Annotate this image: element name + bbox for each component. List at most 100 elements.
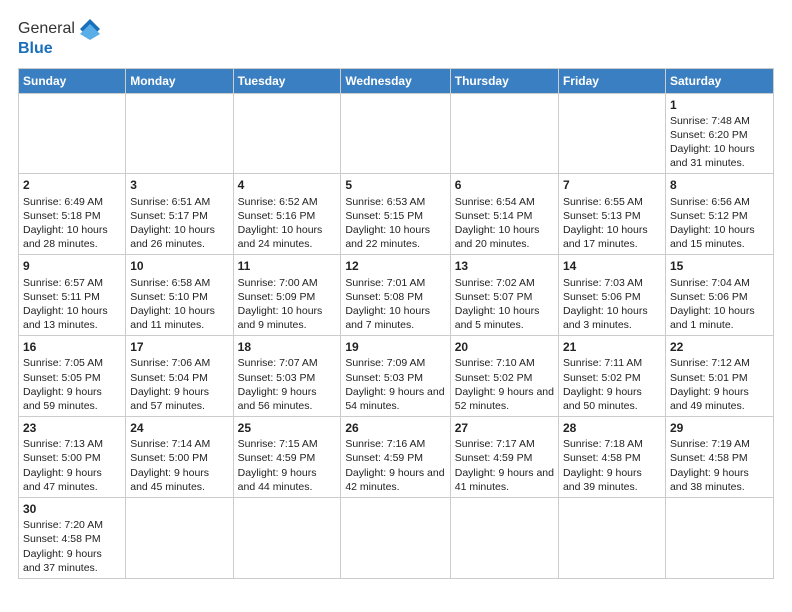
day-number: 3	[130, 177, 228, 193]
day-number: 21	[563, 339, 661, 355]
day-info: Sunrise: 6:56 AM Sunset: 5:12 PM Dayligh…	[670, 196, 755, 251]
calendar-cell: 23 Sunrise: 7:13 AM Sunset: 5:00 PM Dayli…	[19, 417, 126, 498]
day-info: Sunrise: 6:57 AM Sunset: 5:11 PM Dayligh…	[23, 277, 108, 332]
calendar-cell	[450, 93, 558, 174]
day-number: 22	[670, 339, 769, 355]
calendar-cell: 14Sunrise: 7:03 AM Sunset: 5:06 PM Dayli…	[558, 255, 665, 336]
day-of-week-header: Thursday	[450, 68, 558, 93]
calendar-cell: 13 Sunrise: 7:02 AM Sunset: 5:07 PM Dayli…	[450, 255, 558, 336]
calendar-cell: 15 Sunrise: 7:04 AM Sunset: 5:06 PM Dayli…	[665, 255, 773, 336]
day-number: 9	[23, 258, 121, 274]
day-number: 8	[670, 177, 769, 193]
logo-wordmark: GeneralBlue	[18, 18, 101, 58]
day-number: 20	[455, 339, 554, 355]
calendar-cell	[233, 497, 341, 578]
page: GeneralBlue SundayMondayTuesdayWednesday…	[0, 0, 792, 612]
calendar-cell	[341, 93, 450, 174]
calendar-cell: 29Sunrise: 7:19 AM Sunset: 4:58 PM Dayli…	[665, 417, 773, 498]
calendar-cell: 24 Sunrise: 7:14 AM Sunset: 5:00 PM Dayli…	[126, 417, 233, 498]
day-info: Sunrise: 6:55 AM Sunset: 5:13 PM Dayligh…	[563, 196, 648, 251]
day-number: 24	[130, 420, 228, 436]
day-number: 15	[670, 258, 769, 274]
day-of-week-header: Wednesday	[341, 68, 450, 93]
calendar-cell	[19, 93, 126, 174]
calendar-cell: 16 Sunrise: 7:05 AM Sunset: 5:05 PM Dayli…	[19, 336, 126, 417]
calendar-cell	[665, 497, 773, 578]
day-of-week-header: Tuesday	[233, 68, 341, 93]
day-number: 4	[238, 177, 337, 193]
calendar-cell: 26Sunrise: 7:16 AM Sunset: 4:59 PM Dayli…	[341, 417, 450, 498]
calendar-week-row: 30 Sunrise: 7:20 AM Sunset: 4:58 PM Dayli…	[19, 497, 774, 578]
day-number: 2	[23, 177, 121, 193]
calendar-cell	[558, 93, 665, 174]
day-number: 5	[345, 177, 445, 193]
day-info: Sunrise: 7:05 AM Sunset: 5:05 PM Dayligh…	[23, 357, 103, 412]
day-of-week-header: Friday	[558, 68, 665, 93]
day-number: 29	[670, 420, 769, 436]
day-info: Sunrise: 7:04 AM Sunset: 5:06 PM Dayligh…	[670, 277, 755, 332]
day-info: Sunrise: 7:09 AM Sunset: 5:03 PM Dayligh…	[345, 357, 444, 412]
calendar-cell	[126, 93, 233, 174]
calendar-cell: 4 Sunrise: 6:52 AM Sunset: 5:16 PM Daylig…	[233, 174, 341, 255]
calendar-week-row: 23 Sunrise: 7:13 AM Sunset: 5:00 PM Dayli…	[19, 417, 774, 498]
day-of-week-header: Saturday	[665, 68, 773, 93]
day-number: 1	[670, 97, 769, 113]
day-info: Sunrise: 7:10 AM Sunset: 5:02 PM Dayligh…	[455, 357, 554, 412]
calendar-cell: 22 Sunrise: 7:12 AM Sunset: 5:01 PM Dayli…	[665, 336, 773, 417]
calendar-cell: 7 Sunrise: 6:55 AM Sunset: 5:13 PM Daylig…	[558, 174, 665, 255]
calendar-cell: 1 Sunrise: 7:48 AM Sunset: 6:20 PM Daylig…	[665, 93, 773, 174]
calendar-week-row: 9 Sunrise: 6:57 AM Sunset: 5:11 PM Daylig…	[19, 255, 774, 336]
day-number: 7	[563, 177, 661, 193]
calendar-header-row: SundayMondayTuesdayWednesdayThursdayFrid…	[19, 68, 774, 93]
day-number: 16	[23, 339, 121, 355]
calendar-cell: 9 Sunrise: 6:57 AM Sunset: 5:11 PM Daylig…	[19, 255, 126, 336]
calendar-cell: 27Sunrise: 7:17 AM Sunset: 4:59 PM Dayli…	[450, 417, 558, 498]
day-info: Sunrise: 7:00 AM Sunset: 5:09 PM Dayligh…	[238, 277, 323, 332]
calendar-cell: 3Sunrise: 6:51 AM Sunset: 5:17 PM Daylig…	[126, 174, 233, 255]
day-number: 6	[455, 177, 554, 193]
day-info: Sunrise: 7:11 AM Sunset: 5:02 PM Dayligh…	[563, 357, 642, 412]
calendar-cell	[126, 497, 233, 578]
day-info: Sunrise: 6:52 AM Sunset: 5:16 PM Dayligh…	[238, 196, 323, 251]
day-info: Sunrise: 7:02 AM Sunset: 5:07 PM Dayligh…	[455, 277, 540, 332]
day-number: 23	[23, 420, 121, 436]
day-info: Sunrise: 6:53 AM Sunset: 5:15 PM Dayligh…	[345, 196, 430, 251]
calendar-cell	[558, 497, 665, 578]
day-info: Sunrise: 7:14 AM Sunset: 5:00 PM Dayligh…	[130, 438, 210, 493]
logo: GeneralBlue	[18, 18, 101, 58]
calendar-cell: 30 Sunrise: 7:20 AM Sunset: 4:58 PM Dayli…	[19, 497, 126, 578]
day-number: 28	[563, 420, 661, 436]
day-info: Sunrise: 7:07 AM Sunset: 5:03 PM Dayligh…	[238, 357, 318, 412]
calendar-cell: 28Sunrise: 7:18 AM Sunset: 4:58 PM Dayli…	[558, 417, 665, 498]
day-number: 10	[130, 258, 228, 274]
day-of-week-header: Sunday	[19, 68, 126, 93]
logo-triangle-icon	[79, 18, 101, 40]
day-info: Sunrise: 7:16 AM Sunset: 4:59 PM Dayligh…	[345, 438, 444, 493]
day-info: Sunrise: 6:54 AM Sunset: 5:14 PM Dayligh…	[455, 196, 540, 251]
day-info: Sunrise: 7:17 AM Sunset: 4:59 PM Dayligh…	[455, 438, 554, 493]
calendar-cell: 5 Sunrise: 6:53 AM Sunset: 5:15 PM Daylig…	[341, 174, 450, 255]
day-info: Sunrise: 7:03 AM Sunset: 5:06 PM Dayligh…	[563, 277, 648, 332]
calendar-cell: 6 Sunrise: 6:54 AM Sunset: 5:14 PM Daylig…	[450, 174, 558, 255]
calendar-cell: 19Sunrise: 7:09 AM Sunset: 5:03 PM Dayli…	[341, 336, 450, 417]
calendar-cell: 11 Sunrise: 7:00 AM Sunset: 5:09 PM Dayli…	[233, 255, 341, 336]
day-number: 25	[238, 420, 337, 436]
day-number: 11	[238, 258, 337, 274]
day-info: Sunrise: 7:20 AM Sunset: 4:58 PM Dayligh…	[23, 519, 103, 574]
day-info: Sunrise: 7:13 AM Sunset: 5:00 PM Dayligh…	[23, 438, 103, 493]
calendar-cell: 21 Sunrise: 7:11 AM Sunset: 5:02 PM Dayli…	[558, 336, 665, 417]
day-number: 13	[455, 258, 554, 274]
logo-general-text: General	[18, 20, 75, 38]
day-info: Sunrise: 7:48 AM Sunset: 6:20 PM Dayligh…	[670, 115, 755, 170]
day-info: Sunrise: 7:15 AM Sunset: 4:59 PM Dayligh…	[238, 438, 318, 493]
calendar-table: SundayMondayTuesdayWednesdayThursdayFrid…	[18, 68, 774, 579]
calendar-cell: 12Sunrise: 7:01 AM Sunset: 5:08 PM Dayli…	[341, 255, 450, 336]
day-number: 17	[130, 339, 228, 355]
day-info: Sunrise: 7:12 AM Sunset: 5:01 PM Dayligh…	[670, 357, 750, 412]
calendar-cell: 20 Sunrise: 7:10 AM Sunset: 5:02 PM Dayli…	[450, 336, 558, 417]
day-number: 30	[23, 501, 121, 517]
calendar-cell	[341, 497, 450, 578]
calendar-cell: 2Sunrise: 6:49 AM Sunset: 5:18 PM Daylig…	[19, 174, 126, 255]
day-info: Sunrise: 7:06 AM Sunset: 5:04 PM Dayligh…	[130, 357, 210, 412]
calendar-cell: 8 Sunrise: 6:56 AM Sunset: 5:12 PM Daylig…	[665, 174, 773, 255]
